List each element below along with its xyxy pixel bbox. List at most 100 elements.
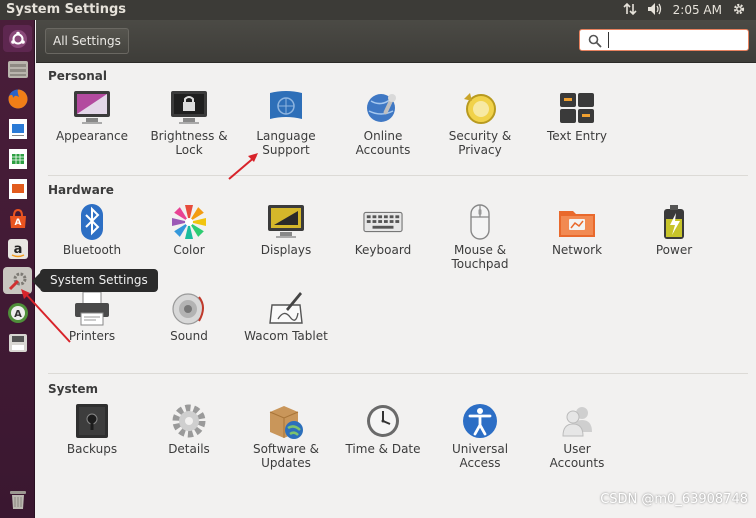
details-gear-icon <box>169 401 209 441</box>
mouse-icon <box>460 202 500 242</box>
watermark: CSDN @m0_63908748 <box>600 492 748 507</box>
search-input[interactable] <box>608 32 743 48</box>
color-icon <box>169 202 209 242</box>
launcher-tooltip: System Settings <box>32 269 158 292</box>
text-entry-icon <box>557 88 597 128</box>
all-settings-button[interactable]: All Settings <box>45 28 129 54</box>
amazon-icon[interactable]: a <box>3 235 32 262</box>
color-label: Color <box>173 243 205 257</box>
bluetooth-icon <box>72 202 112 242</box>
network-icon[interactable] <box>623 2 637 19</box>
color-item[interactable]: Color <box>141 202 237 257</box>
ubuntu-dash-icon[interactable] <box>3 25 32 52</box>
clock-time[interactable]: 2:05 AM <box>673 3 722 17</box>
svg-text:a: a <box>13 242 22 257</box>
battery-icon <box>654 202 694 242</box>
displays-icon <box>266 202 306 242</box>
user-accounts-icon <box>557 401 597 441</box>
bluetooth-label: Bluetooth <box>62 243 122 257</box>
svg-text:A: A <box>14 309 22 320</box>
brightness-lock-item[interactable]: Brightness & Lock <box>141 88 237 157</box>
time-date-item[interactable]: Time & Date <box>335 401 431 456</box>
mouse-touchpad-label: Mouse & Touchpad <box>451 243 509 271</box>
language-flag-icon <box>266 88 306 128</box>
software-updates-label: Software & Updates <box>252 442 320 470</box>
section-divider <box>48 175 748 176</box>
section-system-title: System <box>48 382 98 396</box>
network-folder-icon <box>557 202 597 242</box>
wacom-tablet-item[interactable]: Wacom Tablet <box>238 288 334 343</box>
sound-label: Sound <box>170 329 208 343</box>
lock-icon <box>169 88 209 128</box>
universal-access-icon <box>460 401 500 441</box>
indicator-area: 2:05 AM <box>623 0 756 20</box>
details-item[interactable]: Details <box>141 401 237 456</box>
universal-access-label: Universal Access <box>451 442 509 470</box>
files-icon[interactable] <box>3 55 32 82</box>
speaker-icon <box>169 288 209 328</box>
backups-item[interactable]: Backups <box>44 401 140 456</box>
language-support-label: Language Support <box>256 129 316 157</box>
online-accounts-icon <box>363 88 403 128</box>
text-entry-label: Text Entry <box>546 129 607 143</box>
top-panel: System Settings 2:05 AM <box>0 0 756 20</box>
gear-icon[interactable] <box>732 2 746 19</box>
volume-icon[interactable] <box>647 2 663 19</box>
svg-text:A: A <box>14 218 21 228</box>
section-personal-title: Personal <box>48 69 107 83</box>
software-center-icon[interactable]: A <box>3 205 32 232</box>
keyboard-icon <box>363 202 403 242</box>
appearance-icon <box>72 88 112 128</box>
printer-icon <box>72 288 112 328</box>
details-label: Details <box>168 442 210 456</box>
universal-access-item[interactable]: Universal Access <box>432 401 528 470</box>
firefox-icon[interactable] <box>3 85 32 112</box>
bluetooth-item[interactable]: Bluetooth <box>44 202 140 257</box>
security-privacy-label: Security & Privacy <box>448 129 512 157</box>
online-accounts-item[interactable]: Online Accounts <box>335 88 431 157</box>
printers-label: Printers <box>68 329 116 343</box>
appearance-item[interactable]: Appearance <box>44 88 140 143</box>
wacom-tablet-icon <box>266 288 306 328</box>
displays-label: Displays <box>260 243 312 257</box>
mouse-touchpad-item[interactable]: Mouse & Touchpad <box>432 202 528 271</box>
text-entry-item[interactable]: Text Entry <box>529 88 625 143</box>
brightness-lock-label: Brightness & Lock <box>150 129 228 157</box>
network-label: Network <box>551 243 603 257</box>
user-accounts-label: User Accounts <box>549 442 605 470</box>
appearance-label: Appearance <box>55 129 129 143</box>
language-support-item[interactable]: Language Support <box>238 88 334 157</box>
software-updates-item[interactable]: Software & Updates <box>238 401 334 470</box>
power-label: Power <box>655 243 693 257</box>
software-updater-icon[interactable]: A <box>3 299 32 326</box>
search-field[interactable] <box>579 29 749 51</box>
sound-item[interactable]: Sound <box>141 288 237 343</box>
time-date-label: Time & Date <box>345 442 421 456</box>
writer-icon[interactable] <box>3 115 32 142</box>
backups-label: Backups <box>66 442 118 456</box>
security-privacy-item[interactable]: Security & Privacy <box>432 88 528 157</box>
wacom-tablet-label: Wacom Tablet <box>244 329 328 343</box>
impress-icon[interactable] <box>3 175 32 202</box>
toolbar: All Settings <box>36 20 756 63</box>
displays-item[interactable]: Displays <box>238 202 334 257</box>
system-settings-icon[interactable] <box>3 267 32 294</box>
user-accounts-item[interactable]: User Accounts <box>529 401 625 470</box>
launcher: A a A <box>0 20 35 518</box>
calc-icon[interactable] <box>3 145 32 172</box>
keyboard-item[interactable]: Keyboard <box>335 202 431 257</box>
power-item[interactable]: Power <box>626 202 722 257</box>
online-accounts-label: Online Accounts <box>355 129 411 157</box>
clock-icon <box>363 401 403 441</box>
search-icon <box>588 33 602 52</box>
section-hardware-title: Hardware <box>48 183 114 197</box>
safe-icon <box>72 401 112 441</box>
network-item[interactable]: Network <box>529 202 625 257</box>
software-updates-icon <box>266 401 306 441</box>
security-privacy-icon <box>460 88 500 128</box>
disk-icon[interactable] <box>3 329 32 356</box>
section-divider <box>48 373 748 374</box>
printers-item[interactable]: Printers <box>44 288 140 343</box>
trash-icon[interactable] <box>3 485 32 512</box>
keyboard-label: Keyboard <box>354 243 412 257</box>
